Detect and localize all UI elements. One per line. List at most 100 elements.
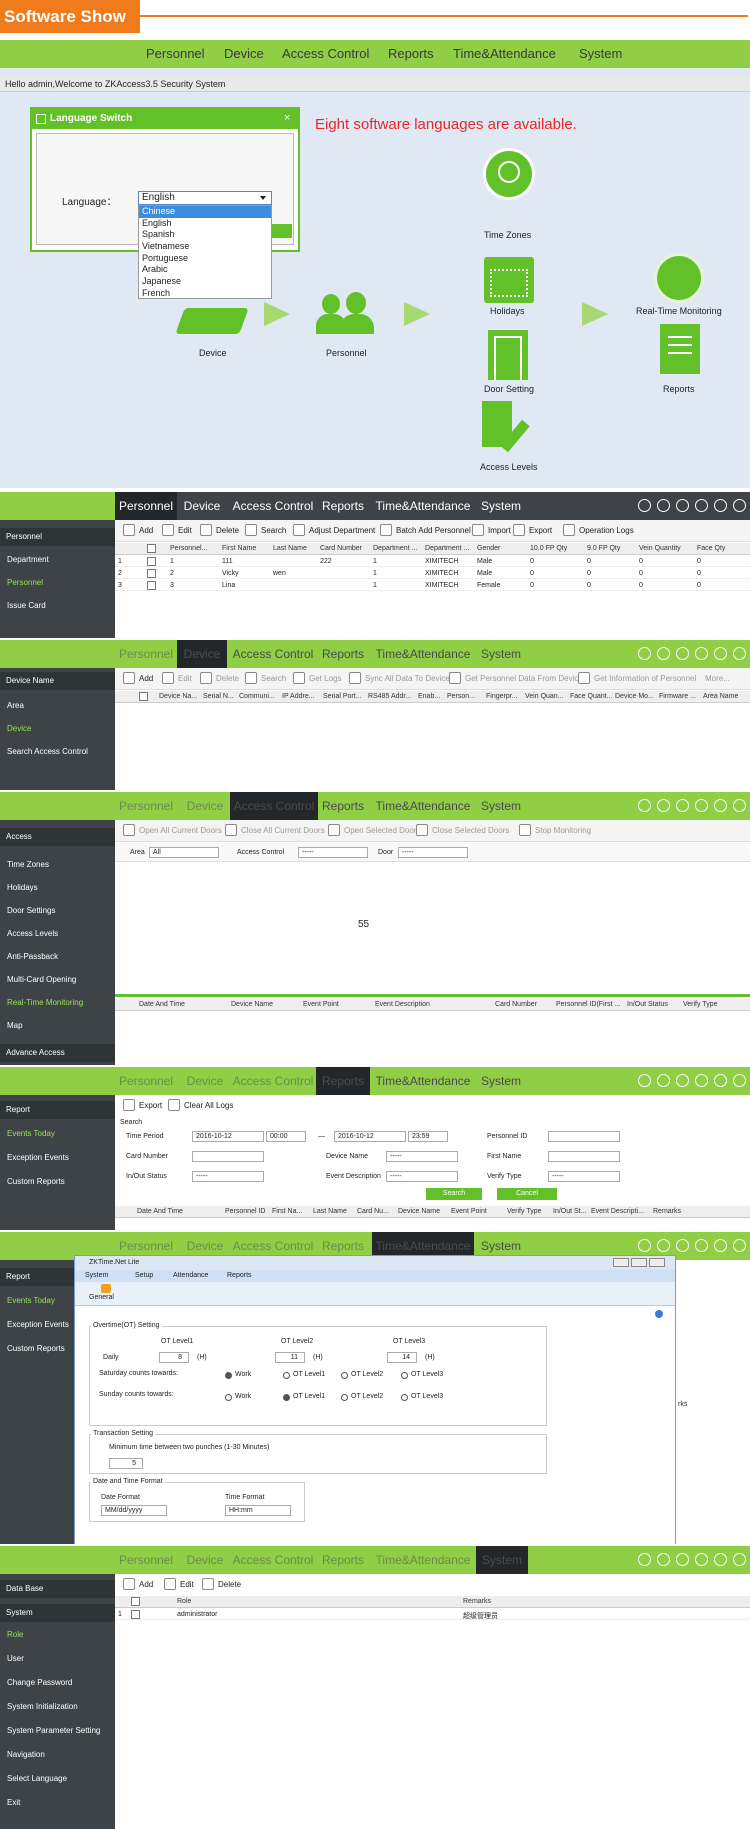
col-header[interactable]: Enab... (418, 693, 440, 700)
sun-ot3-radio[interactable] (401, 1394, 408, 1401)
gear-icon[interactable] (638, 1074, 651, 1087)
tab-device[interactable]: Device (180, 492, 224, 520)
col-header[interactable]: 10.0 FP Qty (530, 545, 567, 552)
get-personnel-button[interactable]: Get Personnel Data From Device (465, 674, 583, 683)
help-icon[interactable] (676, 1074, 689, 1087)
help-icon[interactable] (676, 799, 689, 812)
close-icon[interactable] (733, 1553, 746, 1566)
door-select[interactable]: ----- (398, 847, 468, 858)
edit-button[interactable]: Edit (178, 526, 192, 535)
select-all-checkbox[interactable] (139, 692, 148, 701)
tab-reports[interactable]: Reports (320, 640, 366, 668)
col-header[interactable]: In/Out Status (627, 1001, 668, 1008)
close-icon[interactable] (733, 499, 746, 512)
sidebar-group-system[interactable]: System (0, 1604, 115, 1622)
gear-icon[interactable] (638, 1553, 651, 1566)
sidebar-item-events-today[interactable]: Events Today (7, 1296, 55, 1305)
info-icon[interactable] (657, 1239, 670, 1252)
col-header[interactable]: Last Name (273, 545, 307, 552)
tab-reports[interactable]: Reports (320, 792, 366, 820)
date-format-select[interactable]: MM/dd/yyyy (101, 1505, 167, 1516)
minimize-icon[interactable] (695, 1553, 708, 1566)
sidebar-item-device[interactable]: Device (7, 724, 31, 733)
close-all-doors-button[interactable]: Close All Current Doors (241, 826, 325, 835)
sidebar-group[interactable]: Access (0, 828, 115, 846)
close-icon[interactable] (733, 799, 746, 812)
sidebar-item-custom-reports[interactable]: Custom Reports (7, 1177, 65, 1186)
gear-icon[interactable] (638, 647, 651, 660)
nav-time-attendance[interactable]: Time&Attendance (453, 40, 556, 68)
help-icon[interactable] (676, 1239, 689, 1252)
nav-access-control[interactable]: Access Control (282, 40, 369, 68)
tab-time-attendance[interactable]: Time&Attendance (374, 792, 472, 820)
nav-reports[interactable]: Reports (388, 40, 434, 68)
col-header[interactable]: Remarks (653, 1208, 681, 1215)
col-header[interactable]: Vein Quan... (525, 693, 564, 700)
col-header[interactable]: Firmware ... (659, 693, 696, 700)
col-header[interactable]: Verify Type (507, 1208, 542, 1215)
sidebar-item-system-initialization[interactable]: System Initialization (7, 1702, 78, 1711)
col-header[interactable]: Remarks (463, 1598, 491, 1605)
clear-logs-button[interactable]: Clear All Logs (184, 1101, 233, 1110)
access-control-select[interactable]: ----- (298, 847, 368, 858)
close-icon[interactable] (733, 1074, 746, 1087)
minimize-icon[interactable] (695, 799, 708, 812)
col-header[interactable]: Gender (477, 545, 500, 552)
personnel-id-field[interactable] (548, 1131, 620, 1142)
sidebar-item-exception-events[interactable]: Exception Events (7, 1153, 69, 1162)
help-icon[interactable] (676, 1553, 689, 1566)
gear-icon[interactable] (638, 499, 651, 512)
tab-device[interactable]: Device (177, 640, 227, 668)
start-time-field[interactable]: 00:00 (266, 1131, 306, 1142)
gear-icon[interactable] (638, 1239, 651, 1252)
tab-personnel[interactable]: Personnel (115, 492, 177, 520)
col-header[interactable]: Department ... (373, 545, 417, 552)
sidebar-item-custom-reports[interactable]: Custom Reports (7, 1344, 65, 1353)
col-header[interactable]: 9.0 FP Qty (587, 545, 620, 552)
sidebar-item-system-parameter[interactable]: System Parameter Setting (7, 1726, 100, 1735)
sidebar-item-realtime-monitoring[interactable]: Real-Time Monitoring (7, 998, 83, 1007)
col-header[interactable]: Last Name (313, 1208, 347, 1215)
tab-personnel[interactable]: Personnel (115, 1546, 177, 1574)
open-selected-doors-button[interactable]: Open Selected Doors (344, 826, 421, 835)
col-header[interactable]: Event Description (375, 1001, 430, 1008)
search-button[interactable]: Search (261, 674, 286, 683)
tab-system[interactable]: System (476, 1546, 528, 1574)
col-header[interactable]: Face Qty (697, 545, 725, 552)
info-personnel-button[interactable]: Get Information of Personnel (594, 674, 696, 683)
tab-reports[interactable]: Reports (316, 1067, 370, 1095)
delete-button[interactable]: Delete (218, 1580, 241, 1589)
adjust-department-button[interactable]: Adjust Department (309, 526, 375, 535)
col-header[interactable]: Vein Quantity (639, 545, 681, 552)
tab-system[interactable]: System (478, 640, 524, 668)
sidebar-item-select-language[interactable]: Select Language (7, 1774, 67, 1783)
row-checkbox[interactable] (147, 557, 156, 566)
inout-status-select[interactable]: ----- (192, 1171, 264, 1182)
info-icon[interactable] (657, 799, 670, 812)
import-button[interactable]: Import (488, 526, 511, 535)
tab-system[interactable]: System (478, 1067, 524, 1095)
col-header[interactable]: Device Mo... (615, 693, 654, 700)
col-header[interactable]: Personnel ID (225, 1208, 265, 1215)
sidebar-item-map[interactable]: Map (7, 1021, 23, 1030)
daily-ot1-stepper[interactable]: 8 (159, 1352, 189, 1363)
info-icon[interactable] (657, 499, 670, 512)
verify-type-select[interactable]: ----- (548, 1171, 620, 1182)
delete-button[interactable]: Delete (216, 526, 239, 535)
tab-access-control[interactable]: Access Control (232, 492, 314, 520)
option-vietnamese[interactable]: Vietnamese (139, 241, 271, 253)
col-header[interactable]: Device Name (231, 1001, 273, 1008)
sidebar-group[interactable]: Device Name (0, 672, 115, 690)
col-header[interactable]: Person... (447, 693, 475, 700)
search-button[interactable]: Search (426, 1188, 482, 1200)
select-all-checkbox[interactable] (147, 544, 156, 553)
tab-reports[interactable]: Reports (320, 492, 366, 520)
col-header[interactable]: Face Quant... (570, 693, 612, 700)
col-header[interactable]: RS485 Addr... (368, 693, 411, 700)
splitter[interactable] (115, 994, 750, 997)
col-header[interactable]: Date And Time (137, 1208, 183, 1215)
sidebar-item-access-levels[interactable]: Access Levels (7, 929, 58, 938)
close-selected-doors-button[interactable]: Close Selected Doors (432, 826, 509, 835)
add-button[interactable]: Add (139, 1580, 153, 1589)
general-button[interactable]: General (89, 1294, 114, 1301)
